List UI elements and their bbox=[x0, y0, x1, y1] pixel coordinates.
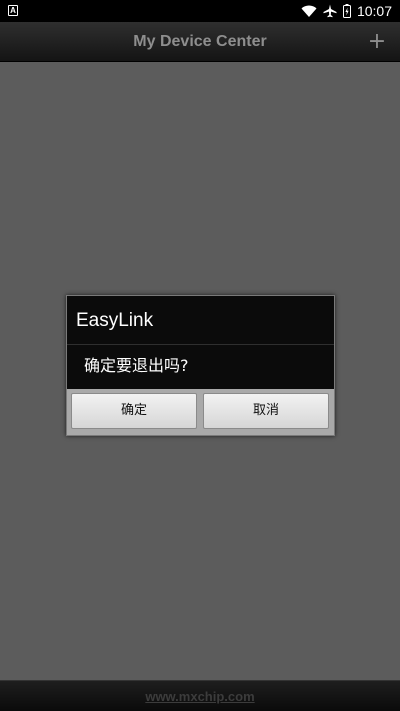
add-device-button[interactable]: + bbox=[364, 28, 390, 56]
confirm-button[interactable]: 确定 bbox=[71, 393, 197, 429]
dialog-button-bar: 确定 取消 bbox=[67, 389, 334, 435]
website-link[interactable]: www.mxchip.com bbox=[0, 681, 400, 711]
page-title: My Device Center bbox=[133, 33, 267, 50]
wifi-icon bbox=[301, 5, 317, 18]
status-icons: 10:07 bbox=[301, 0, 392, 22]
title-bar: My Device Center + bbox=[0, 22, 400, 62]
airplane-icon bbox=[323, 4, 337, 18]
status-bar: A 10:07 bbox=[0, 0, 400, 22]
cancel-button[interactable]: 取消 bbox=[203, 393, 329, 429]
status-time: 10:07 bbox=[356, 3, 392, 19]
exit-dialog: EasyLink 确定要退出吗? 确定 取消 bbox=[66, 295, 335, 436]
app-notification-icon: A bbox=[8, 5, 18, 16]
battery-icon bbox=[342, 4, 351, 18]
dialog-title: EasyLink bbox=[76, 310, 154, 331]
dialog-message: 确定要退出吗? bbox=[84, 356, 189, 375]
footer: www.mxchip.com bbox=[0, 680, 400, 711]
